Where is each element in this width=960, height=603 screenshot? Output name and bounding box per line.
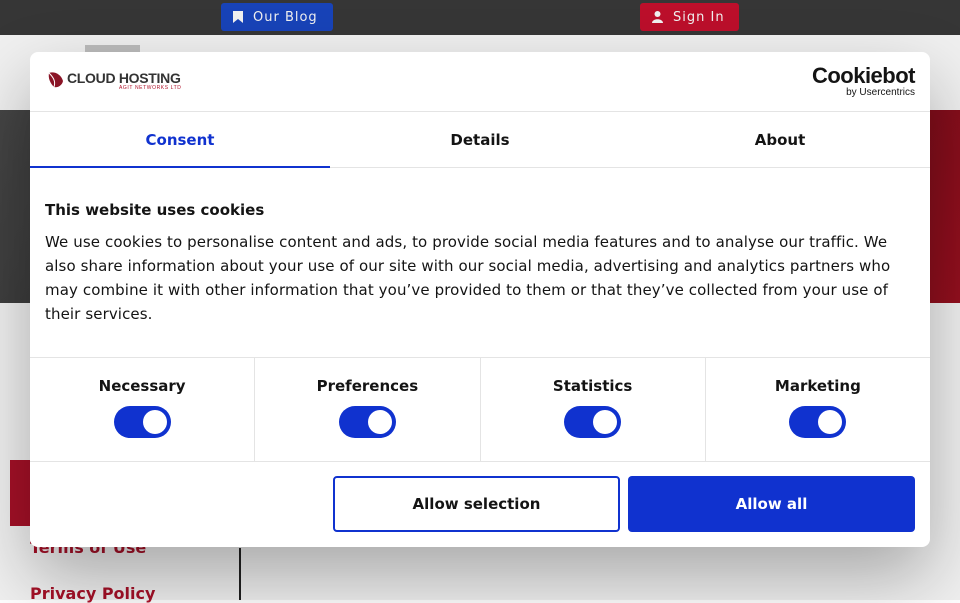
tab-details[interactable]: Details (330, 112, 630, 167)
brand-name: CLOUD HOSTING (67, 70, 181, 86)
toggle-cell-preferences: Preferences (255, 358, 481, 461)
toggle-knob (818, 410, 843, 434)
statistics-toggle[interactable] (564, 406, 622, 438)
toggle-knob (593, 410, 618, 434)
dialog-actions: Allow selection Allow all (30, 461, 930, 547)
leaf-logo-icon (48, 72, 63, 88)
dialog-tabs: Consent Details About (30, 112, 930, 168)
toggle-knob (142, 410, 167, 434)
brand-subtitle: AGIT NETWORKS LTD (119, 85, 182, 91)
toggle-label-necessary: Necessary (98, 377, 186, 395)
brand-logo: CLOUD HOSTING AGIT NETWORKS LTD (48, 71, 182, 92)
cookiebot-logo[interactable]: Cookiebot by Usercentrics (811, 63, 916, 99)
preferences-toggle[interactable] (338, 406, 396, 438)
marketing-toggle[interactable] (789, 406, 847, 438)
allow-selection-button[interactable]: Allow selection (333, 476, 620, 532)
toggle-cell-necessary: Necessary (30, 358, 256, 461)
necessary-toggle[interactable] (113, 406, 171, 438)
consent-toggles: Necessary Preferences Statistics Marketi… (30, 357, 930, 462)
cookiebot-byline: by Usercentrics (846, 87, 915, 98)
tab-about[interactable]: About (630, 112, 930, 167)
toggle-label-preferences: Preferences (316, 377, 419, 395)
dialog-header: CLOUD HOSTING AGIT NETWORKS LTD Cookiebo… (30, 52, 930, 112)
toggle-knob (367, 410, 392, 434)
consent-body: This website uses cookies We use cookies… (45, 200, 915, 326)
cookiebot-name: Cookiebot (811, 63, 916, 88)
allow-all-button[interactable]: Allow all (628, 476, 915, 532)
toggle-label-statistics: Statistics (552, 377, 633, 395)
toggle-label-marketing: Marketing (774, 377, 861, 395)
consent-description: We use cookies to personalise content an… (45, 233, 891, 323)
tab-consent[interactable]: Consent (30, 112, 330, 168)
toggle-cell-statistics: Statistics (481, 358, 706, 461)
consent-title: This website uses cookies (45, 201, 265, 219)
toggle-cell-marketing: Marketing (706, 358, 930, 461)
cookie-consent-dialog: CLOUD HOSTING AGIT NETWORKS LTD Cookiebo… (30, 52, 930, 547)
